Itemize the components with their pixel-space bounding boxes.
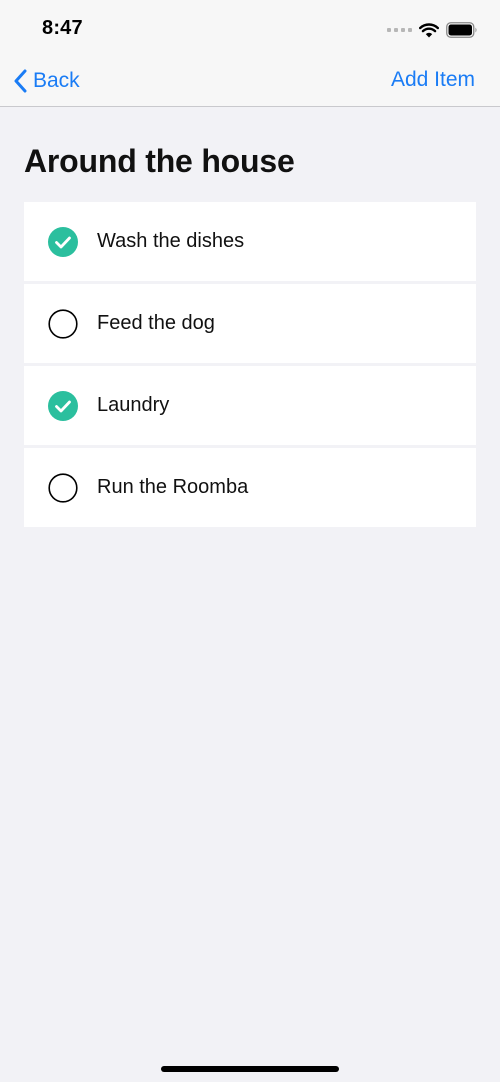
task-list: Wash the dishes Feed the dog Laundry Run…	[24, 202, 476, 527]
task-label: Run the Roomba	[97, 476, 249, 498]
wifi-icon	[419, 22, 439, 37]
task-label: Laundry	[97, 394, 170, 416]
back-label: Back	[33, 69, 80, 92]
task-row[interactable]: Laundry	[24, 366, 476, 445]
page-title: Around the house	[24, 143, 295, 179]
status-time: 8:47	[42, 17, 83, 39]
home-indicator	[161, 1066, 339, 1072]
status-icons	[387, 20, 478, 40]
task-row[interactable]: Feed the dog	[24, 284, 476, 363]
signal-dots-icon	[387, 28, 412, 32]
task-label: Wash the dishes	[97, 230, 245, 252]
task-row[interactable]: Run the Roomba	[24, 448, 476, 527]
battery-icon	[446, 22, 477, 38]
add-item-button[interactable]: Add Item	[391, 68, 475, 92]
checked-circle-icon[interactable]	[48, 226, 78, 257]
back-button[interactable]: Back	[13, 66, 80, 96]
chevron-left-icon	[14, 69, 27, 93]
empty-circle-icon[interactable]	[48, 308, 78, 339]
navigation-bar: Back Add Item	[0, 58, 500, 107]
empty-circle-icon[interactable]	[48, 472, 78, 503]
checked-circle-icon[interactable]	[48, 390, 78, 421]
task-row[interactable]: Wash the dishes	[24, 202, 476, 281]
status-bar: 8:47	[0, 0, 500, 58]
task-label: Feed the dog	[97, 312, 215, 334]
